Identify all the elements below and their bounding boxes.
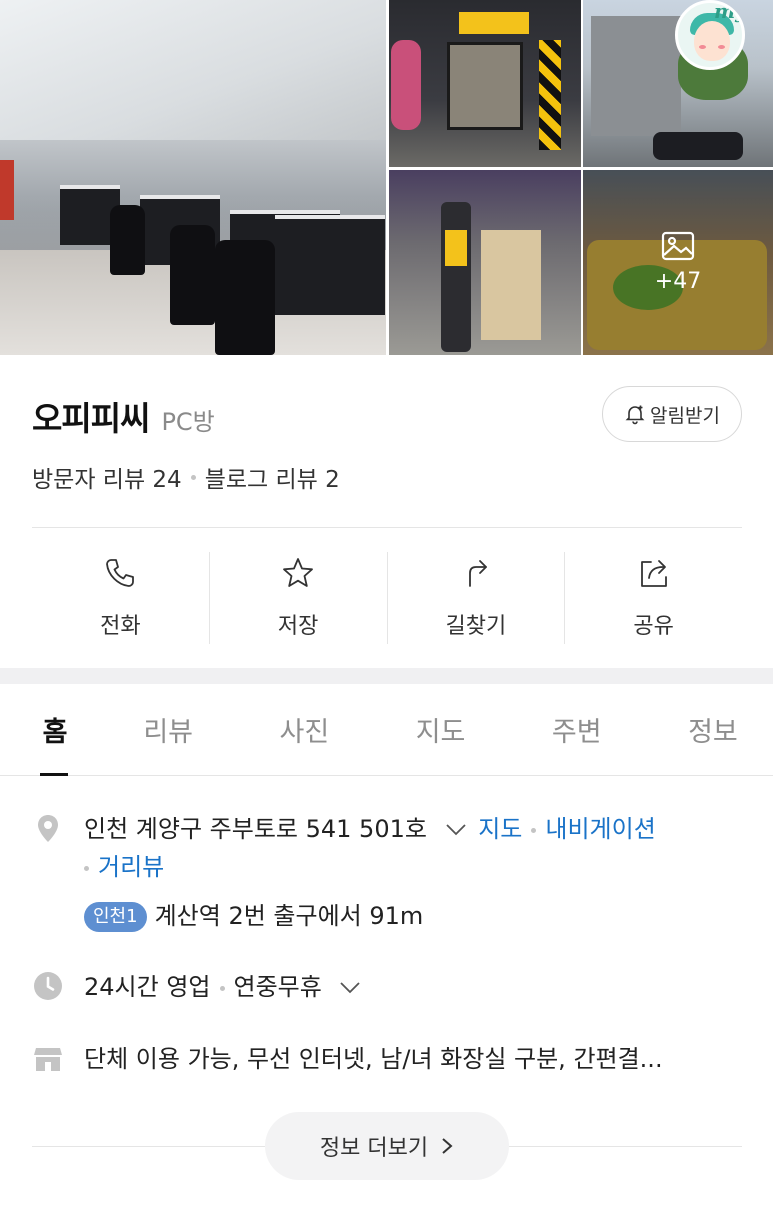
blog-reviews-link[interactable]: 블로그 리뷰 2 (205, 460, 340, 494)
amenities-text: 단체 이용 가능, 무선 인터넷, 남/녀 화장실 구분, 간편결... (84, 1045, 663, 1073)
profile-badge-text: my (714, 0, 745, 23)
tab-home[interactable]: 홈 (38, 684, 72, 776)
bell-plus-icon (625, 405, 645, 425)
photo-gallery: +47 my (0, 0, 773, 355)
photo-entrance[interactable] (389, 0, 581, 167)
more-info-button[interactable]: 정보 더보기 (265, 1112, 509, 1180)
tab-nearby[interactable]: 주변 (537, 684, 617, 775)
tab-map[interactable]: 지도 (401, 684, 481, 775)
call-button[interactable]: 전화 (32, 552, 210, 644)
tab-info[interactable]: 정보 (673, 684, 753, 775)
chevron-down-icon[interactable] (445, 823, 467, 837)
directions-label: 길찾기 (445, 614, 507, 639)
tab-reviews[interactable]: 리뷰 (128, 684, 208, 775)
streetview-link[interactable]: 거리뷰 (98, 853, 164, 881)
navigation-link[interactable]: 내비게이션 (545, 815, 655, 843)
hours-text: 24시간 영업 (84, 973, 211, 1001)
place-name: 오피피씨 (32, 399, 150, 438)
hours-row: 24시간 영업 연중무휴 (32, 968, 752, 1008)
photo-building[interactable] (389, 170, 581, 355)
location-pin-icon (38, 815, 58, 842)
chevron-down-icon[interactable] (339, 981, 361, 995)
place-category: PC방 (161, 408, 215, 436)
visitor-reviews-link[interactable]: 방문자 리뷰 24 (32, 460, 182, 494)
photo-interior[interactable] (0, 0, 386, 355)
holiday-text: 연중무휴 (233, 973, 322, 1001)
more-photos-count: +47 (654, 269, 702, 294)
share-button[interactable]: 공유 (565, 552, 742, 644)
place-title: 오피피씨 PC방 (32, 392, 215, 440)
store-icon (34, 1048, 62, 1071)
more-photos-overlay[interactable]: +47 (583, 170, 773, 355)
map-link[interactable]: 지도 (478, 815, 522, 843)
tab-bar: 홈 리뷰 사진 지도 주변 정보 (0, 684, 773, 776)
chevron-right-icon (442, 1138, 453, 1154)
alert-button[interactable]: 알림받기 (602, 386, 742, 442)
image-icon (661, 231, 695, 261)
action-bar: 전화 저장 길찾기 공유 (32, 552, 742, 644)
profile-avatar[interactable]: my (675, 0, 745, 70)
tab-photos[interactable]: 사진 (264, 684, 344, 775)
directions-button[interactable]: 길찾기 (388, 552, 566, 644)
share-label: 공유 (633, 614, 674, 639)
address-text[interactable]: 인천 계양구 주부토로 541 501호 (84, 815, 427, 843)
star-icon (283, 558, 314, 587)
alert-button-label: 알림받기 (650, 404, 720, 427)
address-row: 인천 계양구 주부토로 541 501호 지도 내비게이션 거리뷰 (32, 810, 752, 890)
subway-row: 인천1 계산역 2번 출구에서 91m (32, 897, 752, 937)
share-icon (640, 560, 667, 587)
directions-icon (468, 560, 487, 587)
save-button[interactable]: 저장 (210, 552, 388, 644)
call-label: 전화 (100, 614, 141, 639)
save-label: 저장 (277, 614, 319, 639)
amenities-row: 단체 이용 가능, 무선 인터넷, 남/녀 화장실 구분, 간편결... (32, 1040, 752, 1080)
subway-distance: 계산역 2번 출구에서 91m (154, 902, 424, 930)
subway-line-badge: 인천1 (84, 902, 147, 932)
section-divider (0, 668, 773, 684)
more-info-label: 정보 더보기 (319, 1136, 429, 1161)
clock-icon (34, 972, 62, 1000)
review-summary: 방문자 리뷰 24 블로그 리뷰 2 (32, 460, 340, 494)
divider (32, 527, 742, 528)
phone-icon (106, 559, 135, 587)
